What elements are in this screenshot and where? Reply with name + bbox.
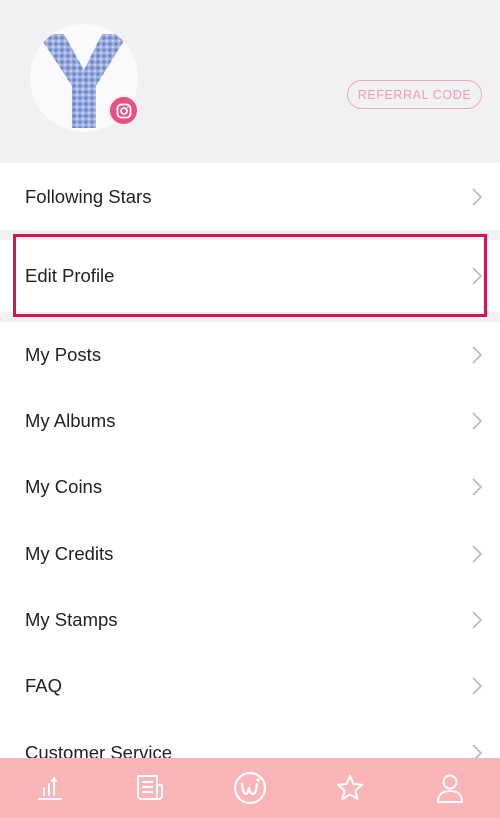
tab-profile[interactable] [400,758,500,818]
menu-item-faq[interactable]: FAQ [0,653,500,719]
menu-item-label: My Posts [25,344,102,365]
profile-header: REFERRAL CODE [0,0,500,163]
profile-icon [437,774,463,803]
menu-item-my-stamps[interactable]: My Stamps [0,587,500,653]
bottom-tab-bar [0,758,500,818]
tab-home[interactable] [200,758,300,818]
menu-item-label: My Coins [25,476,103,497]
chevron-right-icon [472,412,483,430]
menu-item-my-albums[interactable]: My Albums [0,388,500,454]
chevron-right-icon [472,346,483,364]
news-icon [137,775,163,800]
menu-item-label: Following Stars [25,185,152,207]
chevron-right-icon [472,544,483,563]
section-divider [0,230,500,240]
chevron-right-icon [472,267,483,285]
menu-item-label: FAQ [25,675,63,696]
app-logo-icon [233,771,267,805]
menu-item-label: My Albums [25,410,116,431]
menu-item-my-posts[interactable]: My Posts [0,322,500,388]
tab-ranking[interactable] [0,758,100,818]
menu-item-label: My Credits [25,542,114,564]
chevron-right-icon [472,478,483,496]
referral-code-button[interactable]: REFERRAL CODE [347,80,482,109]
chevron-right-icon [472,611,483,629]
menu-item-following-stars[interactable]: Following Stars [0,163,500,230]
tab-news[interactable] [100,758,200,818]
menu-item-label: Edit Profile [25,265,115,286]
tab-stars[interactable] [300,758,400,818]
star-icon [337,775,363,800]
ranking-chart-icon [38,776,62,800]
menu-item-my-coins[interactable]: My Coins [0,454,500,520]
instagram-icon[interactable] [108,95,139,126]
chevron-right-icon [472,677,483,695]
menu-item-my-credits[interactable]: My Credits [0,520,500,587]
menu-item-label: My Stamps [25,609,118,630]
chevron-right-icon [472,187,483,206]
section-divider [0,312,500,322]
menu-item-edit-profile[interactable]: Edit Profile [0,240,500,312]
